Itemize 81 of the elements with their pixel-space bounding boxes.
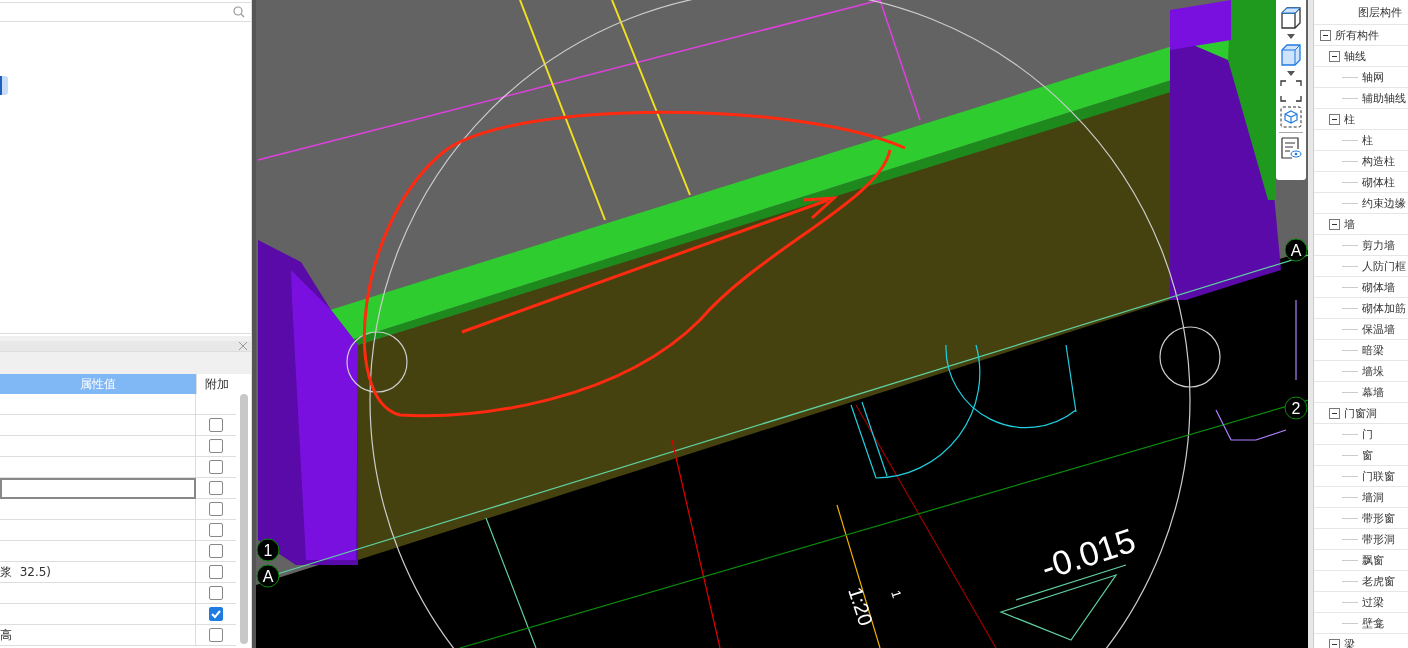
checkbox[interactable] <box>209 418 223 432</box>
tree-item[interactable]: 砌体加筋 <box>1362 300 1406 316</box>
collapse-icon[interactable] <box>1329 638 1340 648</box>
checkbox[interactable] <box>209 460 223 474</box>
search-icon[interactable] <box>233 6 245 18</box>
tree-item[interactable]: 砌体墙 <box>1362 279 1395 295</box>
table-cell[interactable]: 高 <box>0 625 196 646</box>
tree-item[interactable]: 门窗洞 <box>1344 405 1377 421</box>
column-header: 属性值 <box>0 374 196 394</box>
list-eye-icon[interactable] <box>1280 137 1302 159</box>
cell-text: 浆 32.5) <box>0 563 52 581</box>
cube-icon[interactable] <box>1280 6 1302 30</box>
checkbox[interactable] <box>209 607 223 621</box>
list-item[interactable] <box>0 76 8 95</box>
checkbox[interactable] <box>209 439 223 453</box>
table-cell[interactable]: 浆 32.5) <box>0 562 196 583</box>
tree-item[interactable]: 柱 <box>1362 132 1373 148</box>
tree-item[interactable]: 约束边缘 <box>1362 195 1406 211</box>
table-cell[interactable] <box>0 457 196 478</box>
checkbox[interactable] <box>209 544 223 558</box>
axis-marker: 2 <box>1284 396 1308 420</box>
tree-item[interactable]: 砌体柱 <box>1362 174 1395 190</box>
tree-item[interactable]: 轴网 <box>1362 69 1384 85</box>
cell-text: 高 <box>0 626 12 644</box>
tree-item[interactable]: 暗梁 <box>1362 342 1384 358</box>
tree-item[interactable]: 幕墙 <box>1362 384 1384 400</box>
tree-item[interactable]: 辅助轴线 <box>1362 90 1406 106</box>
table-cell[interactable] <box>0 394 196 415</box>
collapse-icon[interactable] <box>1329 407 1340 419</box>
tree-item[interactable]: 老虎窗 <box>1362 573 1395 589</box>
table-cell[interactable] <box>0 541 196 562</box>
tree-item[interactable]: 保温墙 <box>1362 321 1395 337</box>
tree-item[interactable]: 窗 <box>1362 447 1373 463</box>
checkbox[interactable] <box>209 481 223 495</box>
elevation-label: -0.015 <box>1036 520 1140 587</box>
table-cell[interactable] <box>0 415 196 436</box>
collapse-icon[interactable] <box>1329 50 1340 62</box>
table-cell[interactable] <box>0 583 196 604</box>
axis-marker: A <box>1284 238 1308 262</box>
tree-item[interactable]: 飘窗 <box>1362 552 1384 568</box>
tree-item[interactable]: 墙洞 <box>1362 489 1384 505</box>
checkbox[interactable] <box>209 523 223 537</box>
tree-item[interactable]: 所有构件 <box>1335 27 1379 43</box>
checkbox[interactable] <box>209 502 223 516</box>
table-cell[interactable] <box>0 499 196 520</box>
tree-item[interactable]: 轴线 <box>1344 48 1366 64</box>
tick-label: 1 <box>888 588 905 600</box>
checkbox[interactable] <box>209 586 223 600</box>
scale-label: 1:20 <box>844 584 878 629</box>
close-icon[interactable] <box>239 342 247 350</box>
tree-item[interactable]: 壁龛 <box>1362 615 1384 631</box>
search-field[interactable] <box>0 2 251 22</box>
tree-item[interactable]: 带形窗 <box>1362 510 1395 526</box>
caret-icon[interactable] <box>1287 71 1295 76</box>
tree-item[interactable]: 门 <box>1362 426 1373 442</box>
fit-frame-icon[interactable] <box>1280 80 1302 102</box>
tree-item[interactable]: 门联窗 <box>1362 468 1395 484</box>
table-cell[interactable] <box>0 436 196 457</box>
checkbox[interactable] <box>209 628 223 642</box>
table-cell[interactable] <box>0 478 196 499</box>
tree-header: 图层构件 <box>1314 0 1408 25</box>
tree-item[interactable]: 过梁 <box>1362 594 1384 610</box>
collapse-icon[interactable] <box>1329 218 1340 230</box>
tree-item[interactable]: 人防门框 <box>1362 258 1406 274</box>
collapse-icon[interactable] <box>1329 113 1340 125</box>
scrollbar-thumb[interactable] <box>240 394 248 644</box>
axis-marker: 1 <box>256 538 280 562</box>
tree-item[interactable]: 构造柱 <box>1362 153 1395 169</box>
tree-item[interactable]: 剪力墙 <box>1362 237 1395 253</box>
cube-frame-icon[interactable] <box>1280 106 1302 128</box>
axis-marker: A <box>256 564 280 588</box>
checkbox[interactable] <box>209 565 223 579</box>
tree-item[interactable]: 柱 <box>1344 111 1355 127</box>
cube-icon[interactable] <box>1280 43 1302 67</box>
tree-item[interactable]: 墙垛 <box>1362 363 1384 379</box>
tree-item[interactable]: 带形洞 <box>1362 531 1395 547</box>
table-cell[interactable] <box>0 604 196 625</box>
collapse-icon[interactable] <box>1320 29 1331 41</box>
tree-item[interactable]: 墙 <box>1344 216 1355 232</box>
caret-icon[interactable] <box>1287 34 1295 39</box>
table-cell[interactable] <box>0 520 196 541</box>
